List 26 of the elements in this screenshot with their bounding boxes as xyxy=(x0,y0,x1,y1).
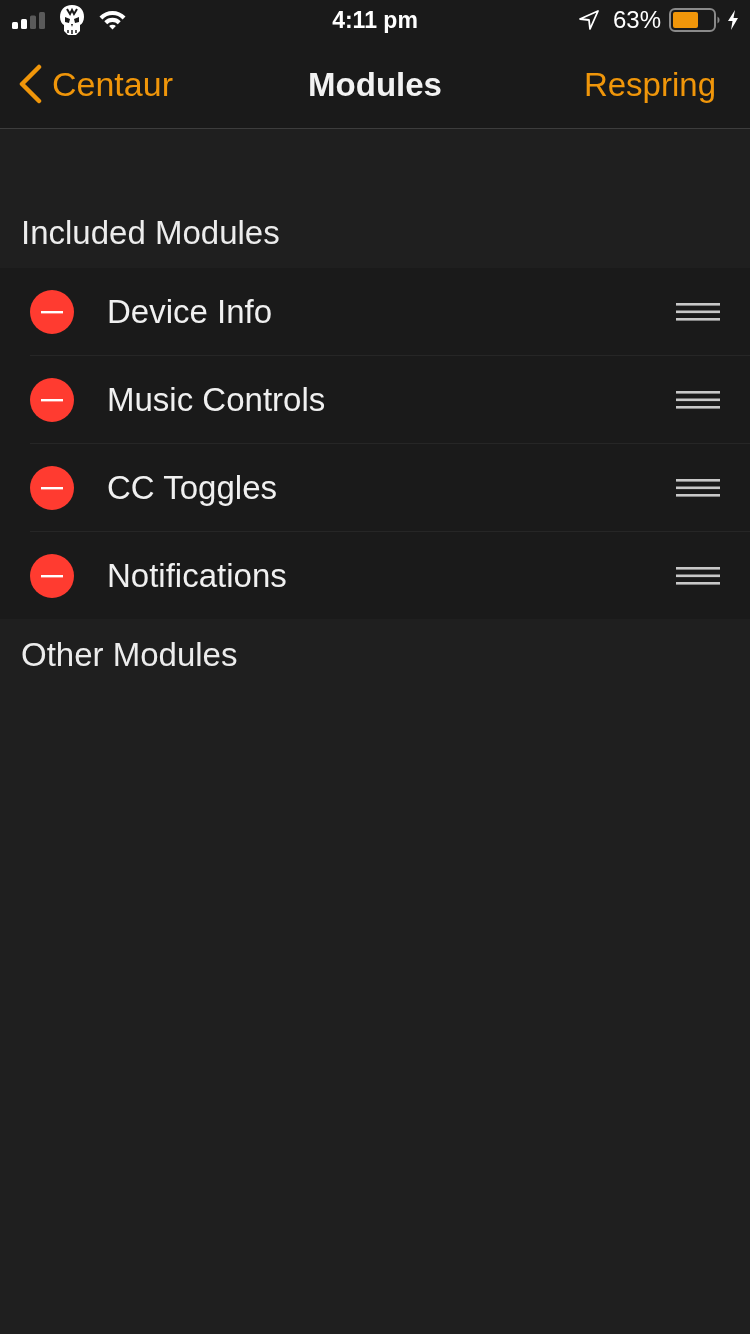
delete-minus-icon[interactable] xyxy=(30,465,74,510)
status-time: 4:11 pm xyxy=(332,8,418,32)
nav-title: Modules xyxy=(308,67,442,101)
skull-icon xyxy=(60,5,84,35)
module-label: CC Toggles xyxy=(107,471,277,504)
delete-minus-icon[interactable] xyxy=(30,377,74,422)
module-label: Music Controls xyxy=(107,383,326,416)
location-arrow-icon xyxy=(578,10,599,30)
reorder-handle-icon[interactable] xyxy=(676,390,720,409)
respring-button[interactable]: Respring xyxy=(583,54,716,114)
back-chevron-icon xyxy=(18,64,42,104)
section-header: Included Modules xyxy=(21,214,280,252)
charging-bolt-icon xyxy=(728,10,738,30)
module-label: Device Info xyxy=(107,295,273,328)
battery-icon xyxy=(669,8,721,32)
wifi-icon xyxy=(99,10,126,30)
signal-icon xyxy=(12,11,45,29)
delete-minus-icon[interactable] xyxy=(30,553,74,598)
reorder-handle-icon[interactable] xyxy=(676,478,720,497)
battery-percentage: 63% xyxy=(612,8,661,32)
delete-minus-icon[interactable] xyxy=(30,289,74,334)
reorder-handle-icon[interactable] xyxy=(676,566,720,585)
back-button[interactable]: Centaur xyxy=(0,54,179,114)
reorder-handle-icon[interactable] xyxy=(676,302,720,321)
module-label: Notifications xyxy=(107,559,287,592)
section-header: Other Modules xyxy=(21,636,238,673)
